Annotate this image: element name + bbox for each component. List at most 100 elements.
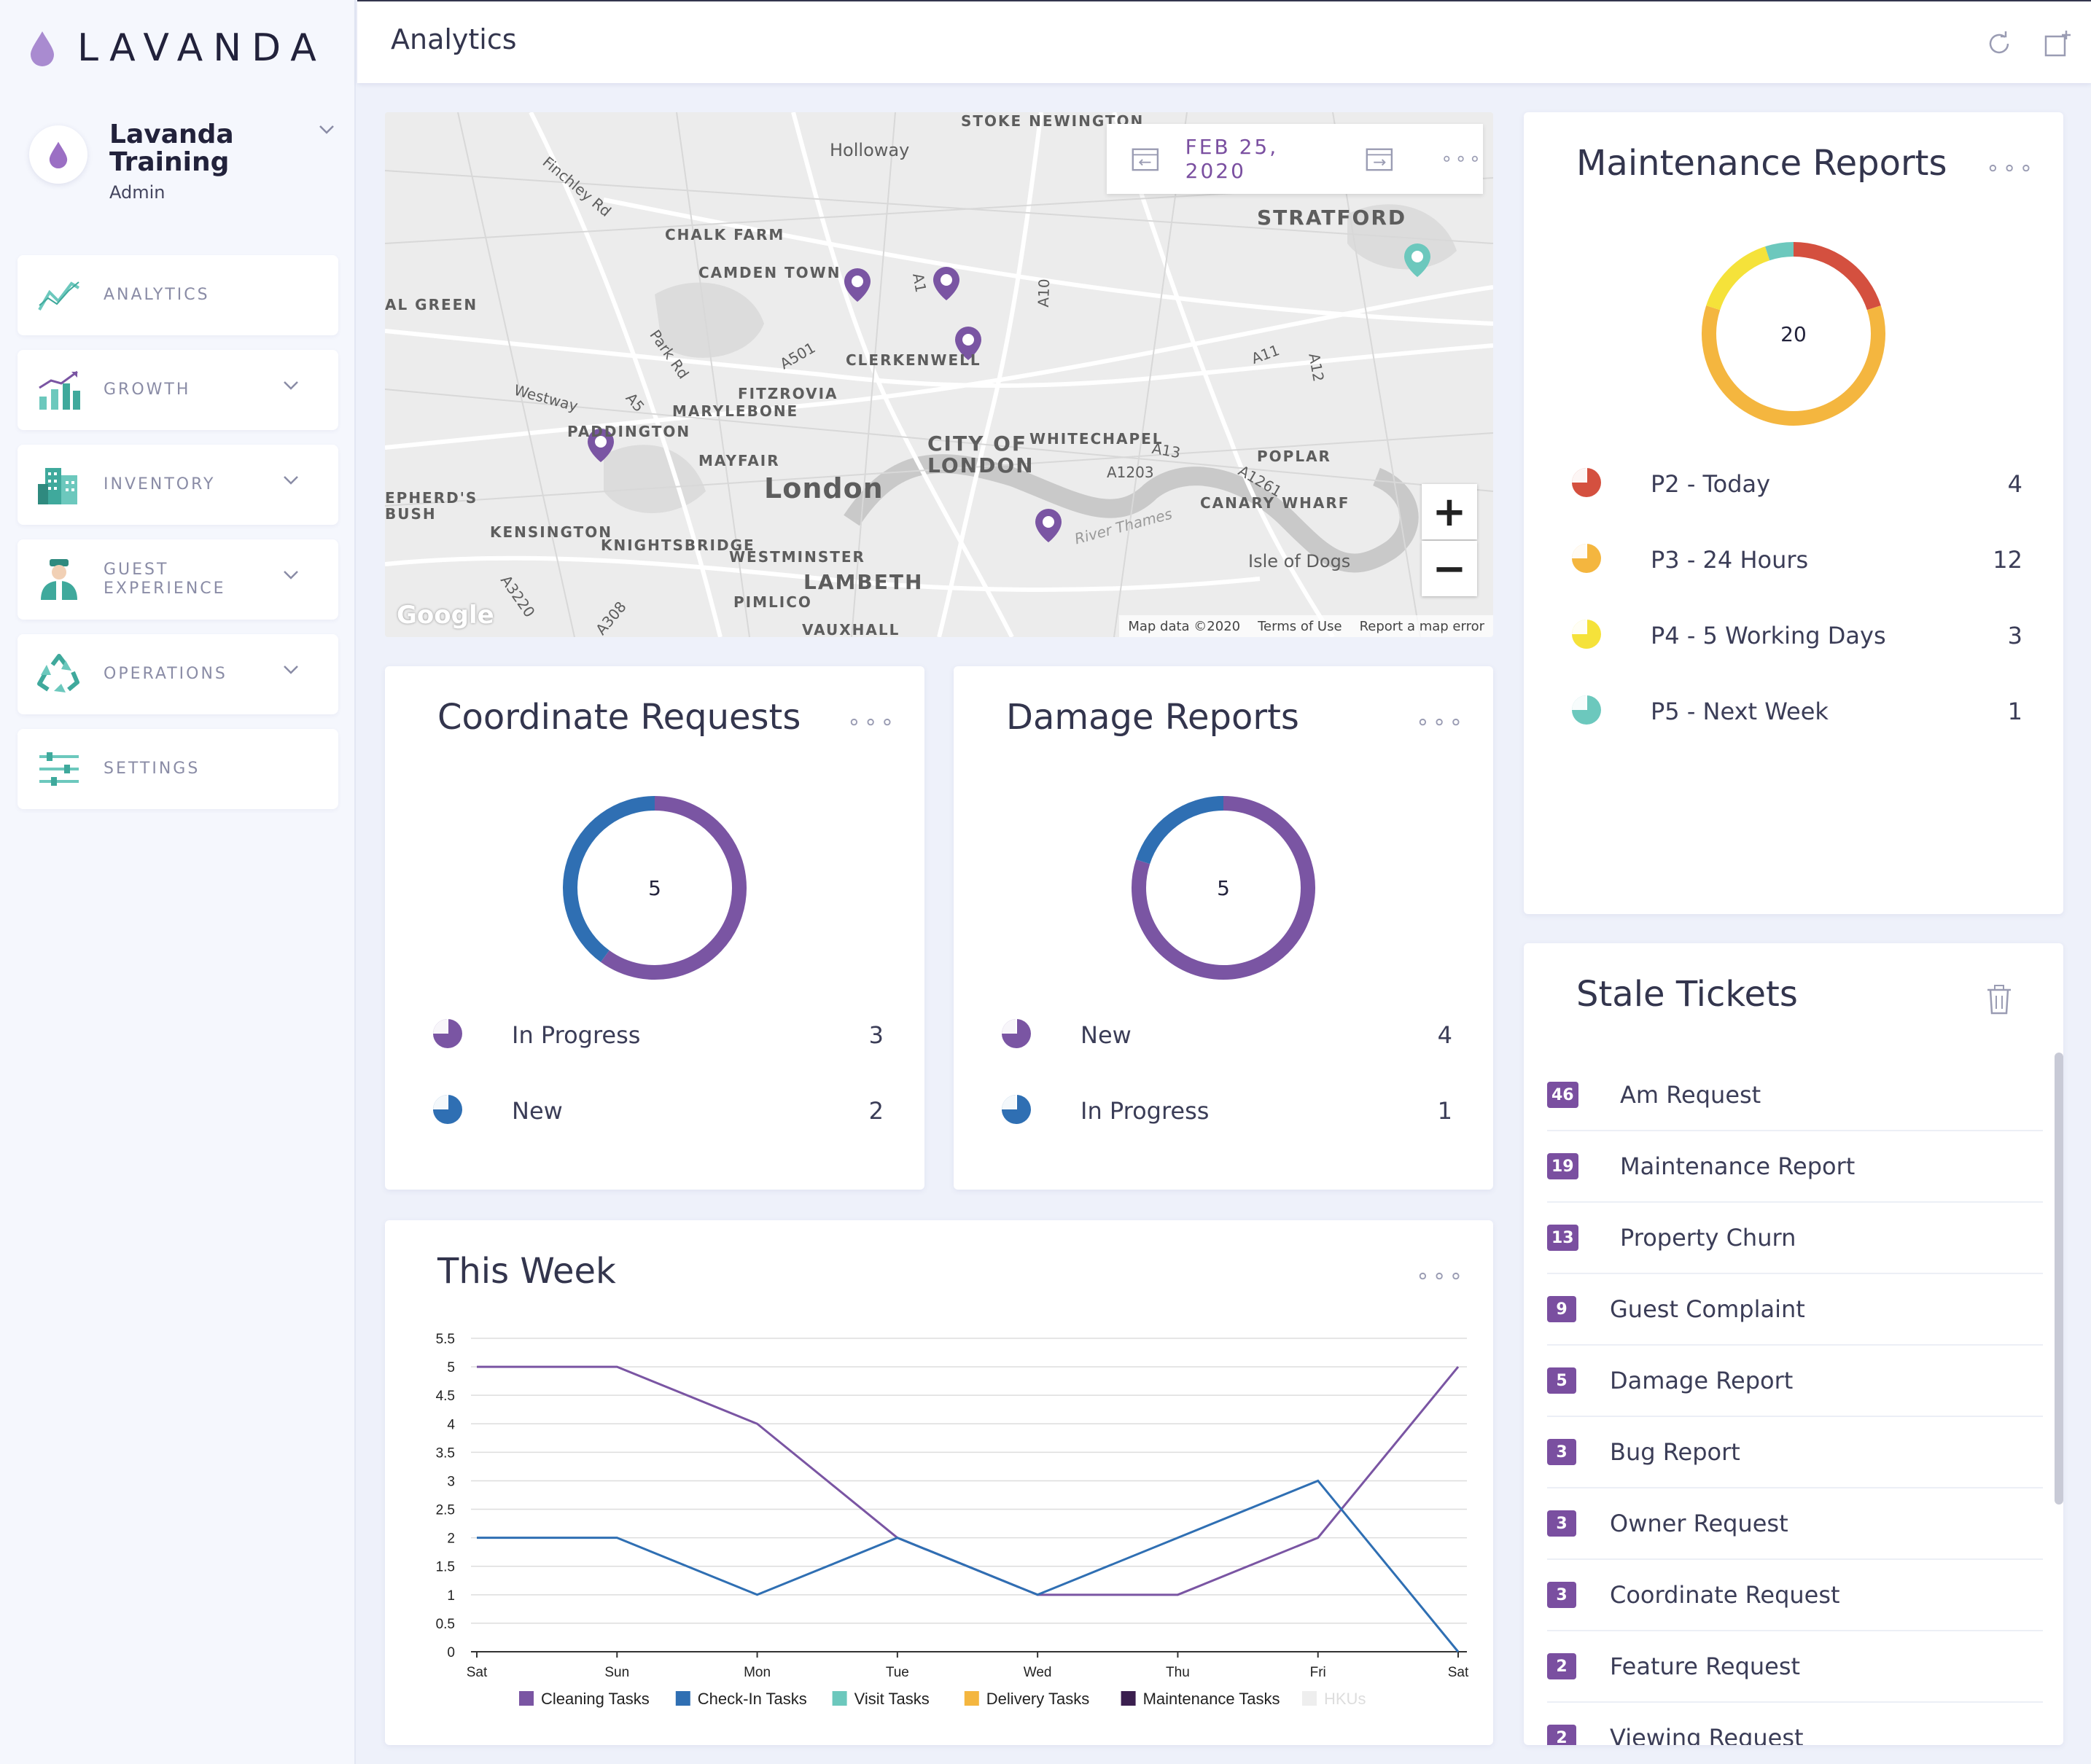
stale-ticket-row[interactable]: 3 Coordinate Request (1547, 1560, 2043, 1631)
stale-ticket-label: Maintenance Report (1620, 1152, 1856, 1180)
stale-ticket-row[interactable]: 3 Owner Request (1547, 1488, 2043, 1560)
legend-label[interactable]: Cleaning Tasks (541, 1690, 650, 1708)
chevron-down-icon (284, 666, 298, 674)
y-tick-label: 0.5 (436, 1617, 455, 1632)
legend-swatch (519, 1691, 534, 1706)
scrollbar[interactable] (2055, 1053, 2063, 1505)
more-options-icon[interactable]: ∘∘∘ (847, 711, 897, 733)
terms-of-use-link[interactable]: Terms of Use (1258, 619, 1342, 634)
map-label: CHALK FARM (665, 226, 785, 243)
legend-label[interactable]: Delivery Tasks (986, 1690, 1089, 1708)
count-badge: 3 (1547, 1439, 1576, 1465)
legend-label[interactable]: Visit Tasks (854, 1690, 930, 1708)
donut-total: 20 (1780, 321, 1807, 346)
brand-name: LAVANDA (77, 26, 327, 70)
calendar-next-icon[interactable] (1364, 144, 1395, 173)
pie-slice-icon (1570, 467, 1603, 502)
map-label: CITY OF LONDON (927, 432, 1035, 477)
pie-slice-icon (1570, 618, 1603, 653)
donut-total: 5 (648, 875, 661, 900)
sidebar-item-growth[interactable]: GROWTH (17, 350, 338, 430)
stale-ticket-label: Owner Request (1610, 1510, 1788, 1537)
zoom-in-button[interactable]: + (1422, 484, 1477, 539)
date-picker[interactable]: FEB 25, 2020 ∘∘∘ (1107, 124, 1483, 194)
more-options-icon[interactable]: ∘∘∘ (1441, 148, 1483, 170)
stale-ticket-label: Coordinate Request (1610, 1581, 1840, 1609)
legend-label: New (1080, 1021, 1132, 1049)
legend-count: 1 (1437, 1097, 1452, 1125)
more-options-icon[interactable]: ∘∘∘ (1986, 157, 2036, 179)
this-week-line-chart: 0 0.5 1 1.5 2 2.5 3 3.5 4 4.5 5 5.5 Sat Sun Mon Tue Wed T… (436, 1332, 1469, 1708)
legend-row[interactable]: In Progress 3 (432, 1013, 884, 1057)
sidebar-item-inventory[interactable]: INVENTORY (17, 445, 338, 525)
chevron-down-icon (284, 381, 298, 390)
x-tick-label: Mon (744, 1665, 771, 1680)
legend-count: 4 (1437, 1021, 1452, 1049)
legend-label: P3 - 24 Hours (1651, 546, 1809, 574)
sliders-icon (36, 746, 82, 792)
profile-switcher[interactable]: Lavanda Training Admin (29, 117, 335, 219)
sidebar-item-operations[interactable]: OPERATIONS (17, 634, 338, 714)
legend-row[interactable]: P2 - Today 4 (1570, 462, 2022, 506)
stale-ticket-row[interactable]: 3 Bug Report (1547, 1417, 2043, 1488)
stale-ticket-row[interactable]: 46 Am Request (1547, 1060, 2043, 1131)
sidebar-item-guest-experience[interactable]: GUEST EXPERIENCE (17, 539, 338, 620)
legend-row[interactable]: P4 - 5 Working Days 3 (1570, 614, 2022, 657)
card-title: Damage Reports (1006, 697, 1299, 738)
legend-count: 1 (2007, 698, 2022, 725)
legend-swatch (832, 1691, 847, 1706)
report-map-error-link[interactable]: Report a map error (1360, 619, 1484, 634)
trash-icon[interactable] (1986, 984, 2012, 1015)
legend-row[interactable]: P3 - 24 Hours 12 (1570, 538, 2022, 582)
stale-ticket-row[interactable]: 5 Damage Report (1547, 1346, 2043, 1417)
legend-row[interactable]: New 2 (432, 1089, 884, 1133)
sidebar-item-label: GUEST EXPERIENCE (104, 561, 226, 598)
legend-label[interactable]: HKUs (1324, 1690, 1366, 1708)
stale-ticket-row[interactable]: 19 Maintenance Report (1547, 1131, 2043, 1203)
calendar-prev-icon[interactable] (1130, 144, 1161, 173)
donut-total: 5 (1217, 875, 1230, 900)
x-tick-label: Sat (1448, 1665, 1469, 1680)
sidebar-item-analytics[interactable]: ANALYTICS (17, 255, 338, 335)
map-label: AL GREEN (385, 296, 478, 313)
inventory-icon (36, 462, 82, 507)
legend-row[interactable]: In Progress 1 (1000, 1089, 1452, 1133)
profile-name: Lavanda Training (109, 120, 234, 177)
x-tick-label: Tue (886, 1665, 909, 1680)
y-tick-label: 5.5 (436, 1332, 455, 1347)
map-widget[interactable]: STOKE NEWINGTON Holloway CHALK FARM CAMD… (385, 112, 1493, 637)
legend-row[interactable]: P5 - Next Week 1 (1570, 690, 2022, 733)
add-widget-icon[interactable] (2043, 29, 2072, 58)
sidebar-item-label: INVENTORY (104, 475, 216, 493)
zoom-out-button[interactable]: − (1422, 541, 1477, 596)
stale-ticket-row[interactable]: 13 Property Churn (1547, 1203, 2043, 1274)
chevron-down-icon (284, 476, 298, 485)
brand-logo[interactable]: LAVANDA (29, 26, 327, 70)
selected-date[interactable]: FEB 25, 2020 (1185, 135, 1339, 183)
map-label: STRATFORD (1257, 206, 1407, 230)
stale-ticket-row[interactable]: 2 Feature Request (1547, 1631, 2043, 1703)
legend-row[interactable]: New 4 (1000, 1013, 1452, 1057)
x-tick-label: Sat (467, 1665, 488, 1680)
sidebar-item-settings[interactable]: SETTINGS (17, 729, 338, 809)
count-badge: 46 (1547, 1082, 1578, 1108)
recycle-icon (36, 652, 82, 697)
pie-slice-icon (432, 1093, 464, 1128)
map-label: London (764, 472, 884, 504)
stale-tickets-card: Stale Tickets 46 Am Request 19 Maintenanc… (1524, 943, 2063, 1745)
legend-label[interactable]: Maintenance Tasks (1143, 1690, 1280, 1708)
sidebar-item-label: SETTINGS (104, 760, 200, 778)
map-label: PIMLICO (733, 593, 812, 611)
growth-icon (36, 367, 82, 413)
more-options-icon[interactable]: ∘∘∘ (1416, 711, 1465, 733)
stale-ticket-row[interactable]: 2 Viewing Request (1547, 1703, 2043, 1745)
chevron-down-icon[interactable] (318, 124, 335, 136)
coordinate-requests-card: Coordinate Requests ∘∘∘ 5 In Progress 3 … (385, 666, 924, 1190)
droplet-icon (31, 31, 54, 66)
stale-ticket-label: Damage Report (1610, 1367, 1794, 1394)
stale-ticket-label: Viewing Request (1610, 1724, 1804, 1745)
legend-label[interactable]: Check-In Tasks (698, 1690, 807, 1708)
refresh-icon[interactable] (1985, 29, 2014, 58)
stale-ticket-row[interactable]: 9 Guest Complaint (1547, 1274, 2043, 1346)
legend-label: New (512, 1097, 563, 1125)
